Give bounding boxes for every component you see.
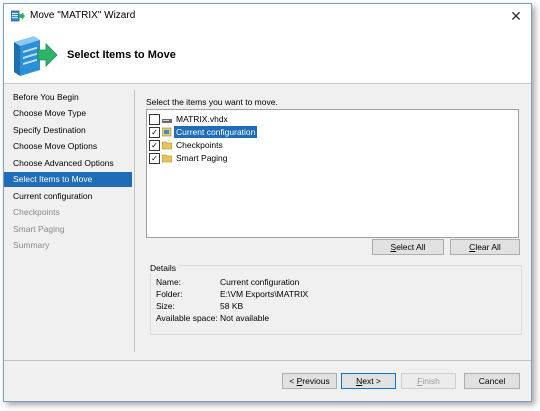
- details-size-label: Size:: [156, 301, 175, 311]
- list-item-smart-paging[interactable]: ✓ Smart Paging: [147, 152, 347, 165]
- details-folder-label: Folder:: [156, 289, 183, 299]
- item-label-current-configuration: Current configuration: [174, 126, 258, 138]
- item-label-checkpoints: Checkpoints: [176, 140, 223, 150]
- nav-step-smart-paging: Smart Paging: [13, 224, 65, 234]
- list-item-current-configuration[interactable]: ✓ Current configuration: [147, 126, 347, 139]
- next-button[interactable]: Next >: [341, 373, 396, 389]
- list-item-checkpoints[interactable]: ✓ Checkpoints: [147, 139, 347, 152]
- details-available-space-label: Available space:: [156, 313, 218, 323]
- wizard-window: Move "MATRIX" Wizard ✕ Select Items to M…: [3, 3, 532, 402]
- page-title: Select Items to Move: [67, 49, 176, 61]
- previous-prefix: <: [289, 376, 297, 386]
- close-button[interactable]: ✕: [507, 7, 525, 25]
- cancel-button[interactable]: Cancel: [464, 373, 520, 389]
- checkbox-checkpoints[interactable]: ✓: [149, 140, 160, 151]
- checkbox-matrix-vhdx[interactable]: [149, 114, 160, 125]
- list-item-matrix-vhdx[interactable]: MATRIX.vhdx: [147, 113, 347, 126]
- wizard-app-icon: [10, 10, 25, 24]
- clear-all-suffix: lear All: [475, 242, 501, 252]
- disk-icon: [162, 114, 172, 124]
- footer-divider: [4, 360, 531, 361]
- title-bar: Move "MATRIX" Wizard ✕: [4, 4, 531, 28]
- checkbox-smart-paging[interactable]: ✓: [149, 153, 160, 164]
- item-label-matrix-vhdx: MATRIX.vhdx: [176, 114, 228, 124]
- folder-icon: [161, 153, 173, 163]
- previous-suffix: revious: [302, 376, 330, 386]
- select-all-suffix: elect All: [396, 242, 426, 252]
- select-all-button[interactable]: Select All: [372, 239, 444, 255]
- nav-step-choose-move-options[interactable]: Choose Move Options: [4, 139, 132, 154]
- details-available-space-value: Not available: [220, 313, 270, 323]
- details-name-label: Name:: [156, 277, 182, 287]
- config-icon: [161, 127, 172, 137]
- details-title: Details: [150, 263, 179, 273]
- nav-step-select-items-to-move[interactable]: Select Items to Move: [4, 172, 132, 187]
- nav-step-checkpoints: Checkpoints: [13, 207, 60, 217]
- nav-step-summary: Summary: [13, 240, 50, 250]
- previous-button[interactable]: < Previous: [282, 373, 337, 389]
- nav-divider: [134, 90, 135, 352]
- finish-suffix: inish: [422, 376, 440, 386]
- nav-step-before-you-begin[interactable]: Before You Begin: [4, 90, 132, 105]
- finish-button: Finish: [401, 373, 456, 389]
- folder-icon: [161, 140, 173, 150]
- checkbox-current-configuration[interactable]: ✓: [149, 127, 160, 138]
- nav-step-specify-destination[interactable]: Specify Destination: [4, 123, 132, 138]
- window-title: Move "MATRIX" Wizard: [30, 10, 136, 21]
- next-suffix: ext >: [362, 376, 381, 386]
- instruction-text: Select the items you want to move.: [146, 97, 278, 107]
- clear-all-button[interactable]: Clear All: [450, 239, 520, 255]
- details-size-value: 58 KB: [220, 301, 244, 311]
- details-group: [150, 265, 522, 335]
- item-label-smart-paging: Smart Paging: [176, 153, 228, 163]
- server-arrow-icon: [10, 32, 58, 80]
- items-list[interactable]: MATRIX.vhdx ✓ Current configuration ✓ Ch…: [146, 109, 519, 238]
- nav-step-choose-advanced-options[interactable]: Choose Advanced Options: [4, 156, 132, 171]
- nav-step-choose-move-type[interactable]: Choose Move Type: [4, 106, 132, 121]
- details-name-value: Current configuration: [220, 277, 300, 287]
- wizard-header: Select Items to Move: [4, 28, 531, 84]
- details-folder-value: E:\VM Exports\MATRIX: [220, 289, 309, 299]
- nav-step-current-configuration[interactable]: Current configuration: [4, 189, 132, 204]
